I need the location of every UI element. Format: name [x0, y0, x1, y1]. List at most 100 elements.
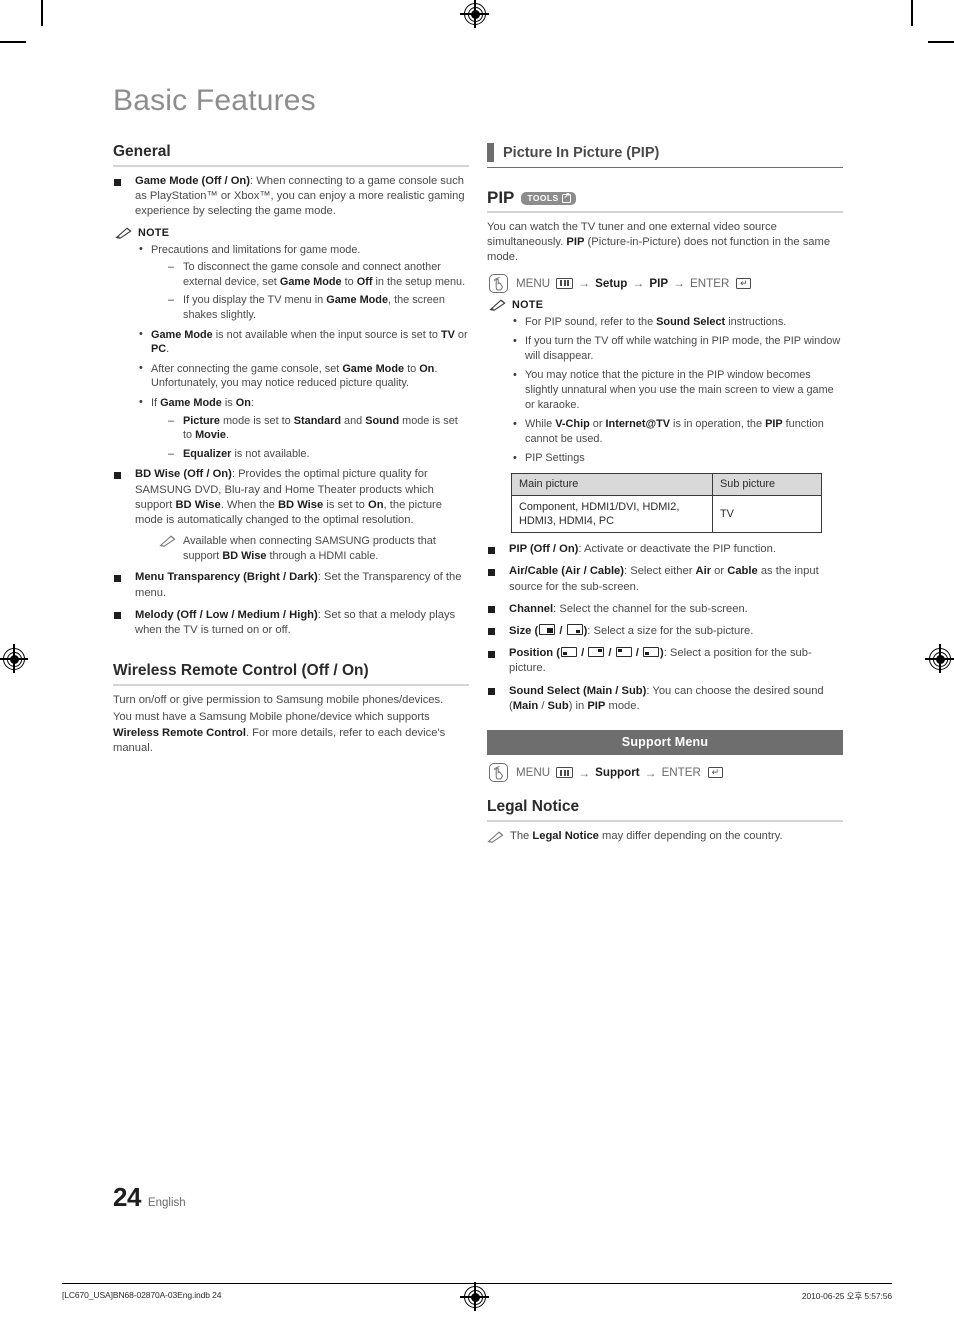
heading-pip: PIP TOOLS	[487, 188, 843, 213]
note-item: After connecting the game console, set G…	[137, 361, 469, 391]
heading-wireless-remote-control: Wireless Remote Control (Off / On)	[113, 662, 469, 687]
size-text: : Select a size for the sub-picture.	[587, 624, 754, 637]
note-item-pip-settings: PIP Settings	[511, 451, 843, 466]
bd-wise-label: BD Wise (Off / On)	[135, 468, 232, 481]
note-heading-pip: NOTE	[489, 299, 843, 311]
pencil-icon	[115, 227, 132, 239]
note-label: NOTE	[138, 226, 170, 239]
enter-icon: ↵	[707, 767, 723, 778]
note-subitem: Equalizer is not available.	[168, 447, 469, 462]
menu-transparency-label: Menu Transparency (Bright / Dark)	[135, 571, 318, 584]
cell-sub-picture: TV	[712, 495, 822, 534]
tools-badge[interactable]: TOOLS	[521, 191, 576, 205]
pip-settings-list: PIP (Off / On): Activate or deactivate t…	[487, 542, 843, 714]
air-cable-label: Air/Cable (Air / Cable)	[509, 565, 625, 578]
position-separator: /	[632, 647, 642, 660]
pip-notes: For PIP sound, refer to the Sound Select…	[511, 314, 843, 466]
tools-badge-label: TOOLS	[527, 193, 559, 203]
bd-wise-note: Available when connecting SAMSUNG produc…	[159, 534, 469, 563]
position-paren-open: (	[553, 647, 560, 660]
position-separator: /	[577, 647, 588, 660]
menu-word: MENU	[516, 276, 551, 290]
arrow-icon: →	[632, 276, 645, 291]
position-label: Position	[509, 647, 554, 660]
section-header-label: Picture In Picture (PIP)	[503, 144, 660, 161]
size-label: Size	[509, 624, 532, 637]
pip-menu-path: MENU → Setup → PIP → ENTER ↵	[489, 273, 843, 293]
arrow-icon: →	[644, 765, 657, 780]
support-menu-path-text: MENU → Support → ENTER ↵	[516, 766, 723, 780]
list-item-pip: PIP (Off / On): Activate or deactivate t…	[487, 542, 843, 557]
list-item-position: Position ( / / / ): Select a position fo…	[487, 646, 843, 676]
list-item-air-cable: Air/Cable (Air / Cable): Select either A…	[487, 564, 843, 594]
general-notes: Precautions and limitations for game mod…	[137, 242, 469, 462]
heading-legal-notice: Legal Notice	[487, 798, 843, 822]
legal-notice-text: The Legal Notice may differ depending on…	[510, 830, 783, 842]
arrow-icon: →	[578, 276, 591, 291]
right-column: Picture In Picture (PIP) PIP TOOLS You c…	[487, 143, 843, 844]
footer-file-info: [LC670_USA]BN68-02870A-03Eng.indb 24	[62, 1290, 222, 1300]
menu-icon	[556, 767, 574, 778]
wireless-remote-paragraph-2: You must have a Samsung Mobile phone/dev…	[113, 711, 446, 754]
note-heading-general: NOTE	[115, 227, 469, 239]
pencil-icon	[489, 299, 506, 311]
cell-main-picture: Component, HDMI1/DVI, HDMI2, HDMI3, HDMI…	[511, 495, 713, 534]
note-subitem: To disconnect the game console and conne…	[168, 260, 469, 289]
list-item-game-mode: Game Mode (Off / On): When connecting to…	[113, 174, 469, 220]
tools-arrow-icon	[561, 191, 572, 203]
note-sublist: To disconnect the game console and conne…	[168, 260, 469, 322]
pip-toggle-text: : Activate or deactivate the PIP functio…	[578, 543, 776, 556]
menu-word: MENU	[516, 766, 551, 779]
heading-general: General	[113, 143, 469, 167]
list-item-size: Size ( / ): Select a size for the sub-pi…	[487, 624, 843, 639]
left-column: General Game Mode (Off / On): When conne…	[113, 143, 469, 758]
footer-timestamp: 2010-06-25 오후 5:57:56	[801, 1291, 892, 1301]
list-item-menu-transparency: Menu Transparency (Bright / Dark): Set t…	[113, 570, 469, 600]
note-item: If Game Mode is On: Picture mode is set …	[137, 395, 469, 462]
note-subitem: If you display the TV menu in Game Mode,…	[168, 293, 469, 322]
note-item: You may notice that the picture in the P…	[511, 368, 843, 412]
size-small-icon	[566, 624, 583, 635]
note-item: If you turn the TV off while watching in…	[511, 334, 843, 363]
wireless-remote-paragraph-1: Turn on/off or give permission to Samsun…	[113, 694, 444, 707]
size-large-icon	[539, 624, 556, 635]
position-bottom-left-icon	[560, 646, 577, 658]
list-item-sound-select: Sound Select (Main / Sub): You can choos…	[487, 684, 843, 714]
page-number-block: 24 English	[113, 1182, 186, 1213]
note-item: While V-Chip or Internet@TV is in operat…	[511, 417, 843, 446]
note-subitem: Picture mode is set to Standard and Soun…	[168, 414, 469, 443]
pip-intro: You can watch the TV tuner and one exter…	[487, 221, 831, 264]
list-item-channel: Channel: Select the channel for the sub-…	[487, 602, 843, 617]
table-row: Component, HDMI1/DVI, HDMI2, HDMI3, HDMI…	[511, 495, 822, 534]
section-accent-bar	[487, 143, 494, 162]
table-header-row: Main picture Sub picture	[511, 472, 822, 497]
note-item: Precautions and limitations for game mod…	[137, 242, 469, 323]
hand-pointer-icon	[489, 273, 508, 293]
channel-label: Channel	[509, 602, 554, 615]
menu-step-setup: Setup	[595, 276, 628, 290]
note-label: NOTE	[512, 298, 544, 311]
page-title: Basic Features	[113, 84, 316, 117]
pip-menu-path-text: MENU → Setup → PIP → ENTER ↵	[516, 276, 752, 291]
pencil-icon	[159, 535, 176, 547]
size-paren-open: (	[531, 624, 539, 637]
note-item: For PIP sound, refer to the Sound Select…	[511, 314, 843, 330]
support-menu-path: MENU → Support → ENTER ↵	[489, 763, 843, 782]
page-language: English	[147, 1197, 186, 1209]
hand-pointer-icon	[489, 763, 508, 782]
column-header-sub-picture: Sub picture	[712, 472, 822, 497]
arrow-icon: →	[578, 765, 591, 780]
pencil-icon	[487, 831, 504, 843]
pip-settings-table: Main picture Sub picture Component, HDMI…	[511, 472, 822, 534]
note-item: Game Mode is not available when the inpu…	[137, 327, 469, 357]
list-item-melody: Melody (Off / Low / Medium / High): Set …	[113, 608, 469, 638]
section-header-picture-in-picture: Picture In Picture (PIP)	[487, 143, 843, 168]
column-header-main-picture: Main picture	[511, 472, 713, 497]
menu-step-pip: PIP	[649, 276, 669, 290]
menu-step-support: Support	[595, 766, 640, 779]
note-text: Precautions and limitations for game mod…	[151, 243, 361, 256]
position-bottom-left-2-icon	[642, 646, 659, 658]
bd-wise-note-text: Available when connecting SAMSUNG produc…	[183, 535, 436, 562]
note-sublist: Picture mode is set to Standard and Soun…	[168, 414, 469, 462]
sound-select-label: Sound Select (Main / Sub)	[509, 684, 647, 697]
